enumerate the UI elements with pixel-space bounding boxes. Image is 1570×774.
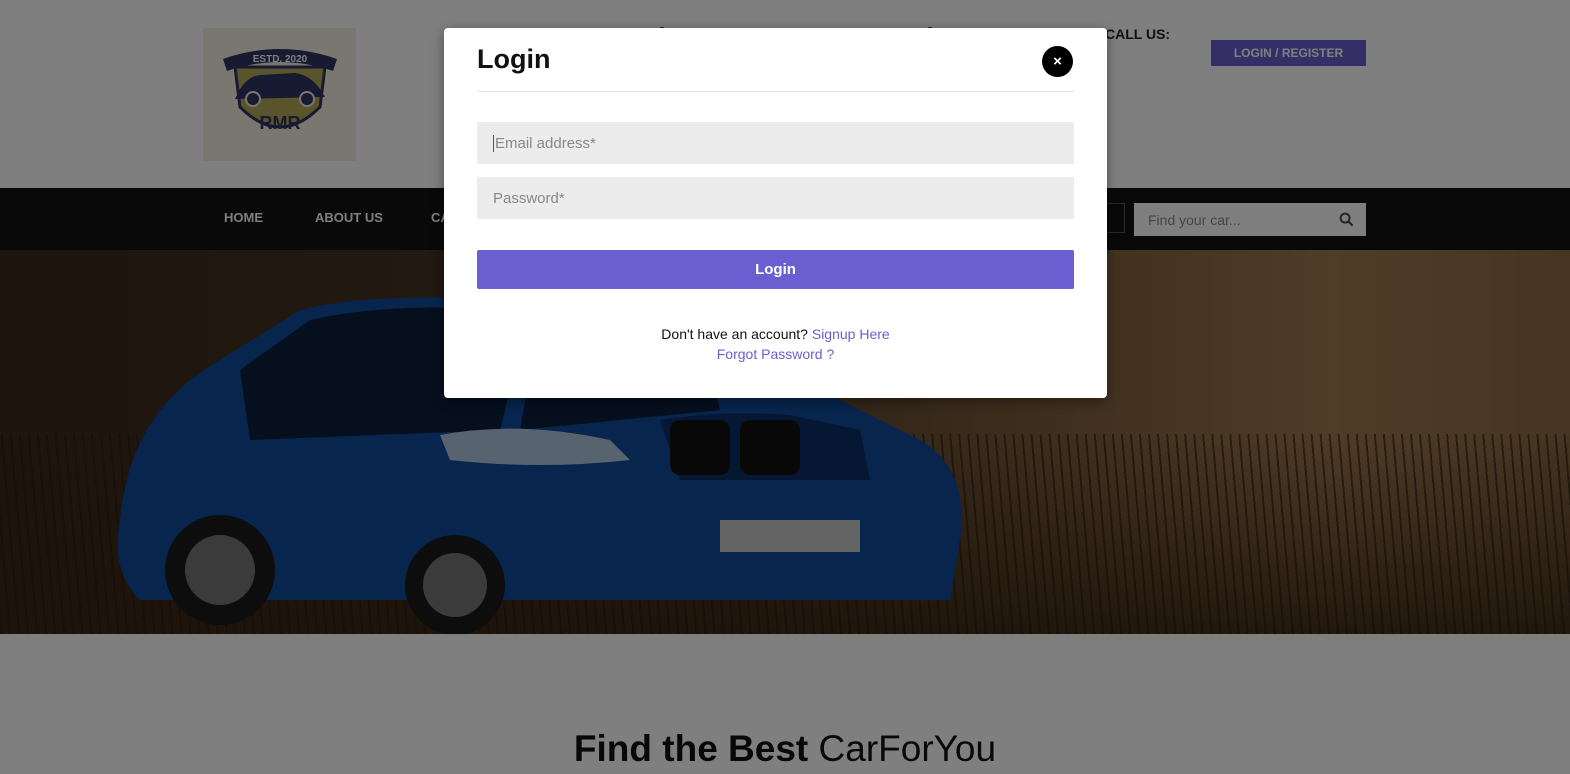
signup-line: Don't have an account? Signup Here xyxy=(444,326,1107,342)
password-placeholder: Password* xyxy=(493,189,565,207)
password-field[interactable]: Password* xyxy=(477,177,1074,219)
signup-prompt: Don't have an account? xyxy=(661,326,808,342)
login-submit-button[interactable]: Login xyxy=(477,250,1074,289)
email-field[interactable]: Email address* xyxy=(477,122,1074,164)
close-button[interactable]: × xyxy=(1042,46,1073,77)
text-cursor xyxy=(493,134,494,152)
forgot-password-link[interactable]: Forgot Password ? xyxy=(717,346,835,362)
modal-divider xyxy=(477,91,1074,92)
close-icon: × xyxy=(1053,53,1062,70)
email-placeholder: Email address* xyxy=(495,134,596,152)
login-modal: Login × Email address* Password* Login D… xyxy=(444,28,1107,398)
forgot-line: Forgot Password ? xyxy=(444,346,1107,362)
signup-link[interactable]: Signup Here xyxy=(812,326,890,342)
modal-title: Login xyxy=(477,44,551,74)
